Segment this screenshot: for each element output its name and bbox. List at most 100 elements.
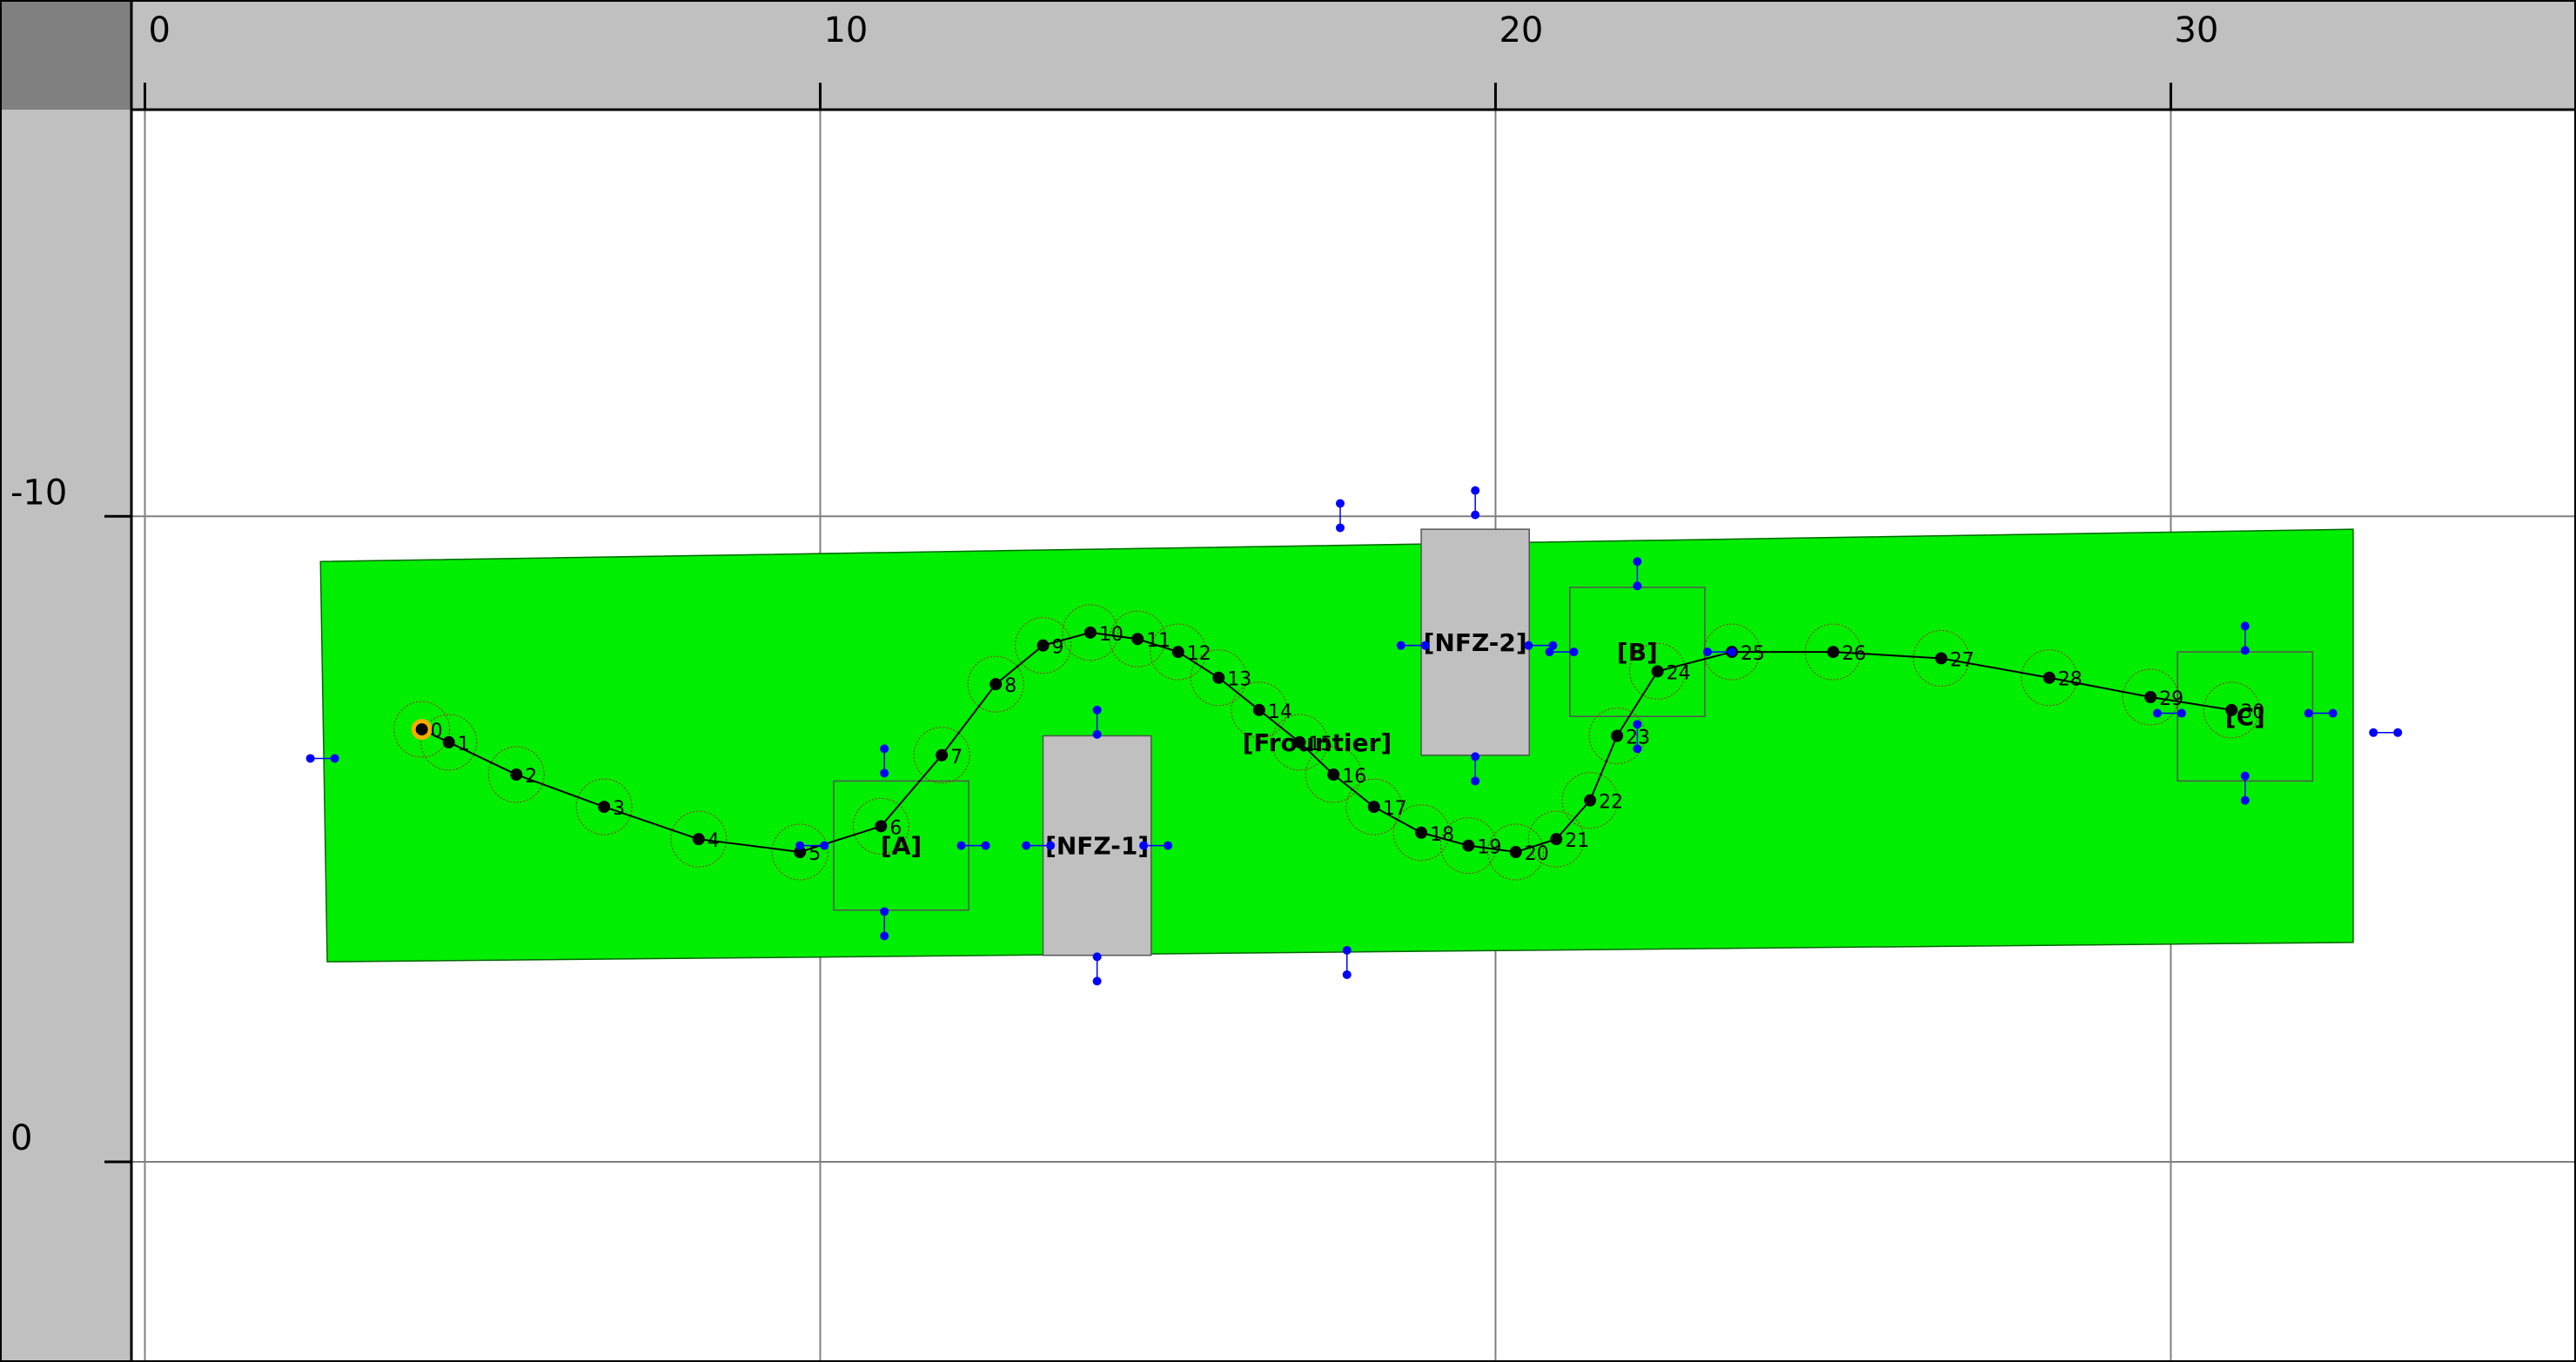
handle-dot (1022, 841, 1031, 850)
waypoint-label: 24 (1667, 662, 1691, 684)
handle-dot (2240, 621, 2250, 631)
waypoint-dot (2225, 703, 2238, 716)
handle-dot (2328, 708, 2338, 718)
handle-dot (1342, 945, 1352, 955)
waypoint-dot (936, 748, 949, 762)
handle-dot (1046, 841, 1056, 850)
waypoint-label: 21 (1565, 830, 1589, 852)
waypoint-label: 11 (1146, 630, 1171, 652)
handle-dot (956, 841, 966, 850)
handle-dot (2240, 771, 2250, 781)
waypoint-label: 5 (808, 843, 821, 865)
waypoint-label: 18 (1430, 824, 1454, 846)
y-ruler-tick-label: -10 (10, 473, 67, 513)
handle-dot (2240, 646, 2250, 655)
ruler-corner[interactable] (0, 0, 131, 110)
waypoint-label: 8 (1004, 675, 1016, 697)
handle-dot (1092, 729, 1102, 739)
handle-dot (1569, 647, 1579, 657)
handle-dot (1335, 523, 1345, 533)
y-ruler-tick-label: 0 (10, 1118, 32, 1158)
waypoint-dot (692, 833, 705, 846)
waypoint-label: 29 (2159, 688, 2184, 710)
handle-dot (1545, 647, 1554, 657)
handle-dot (1633, 744, 1642, 754)
handle-dot (1342, 970, 1352, 979)
handle-dot (1633, 720, 1642, 729)
handle-dot (1092, 705, 1102, 715)
waypoint-label: 16 (1342, 766, 1366, 788)
handle-dot (1420, 641, 1430, 650)
waypoint-label: 14 (1268, 701, 1292, 723)
waypoint-dot (875, 820, 888, 833)
handle-dot (880, 768, 889, 778)
handle-dot (981, 841, 990, 850)
waypoint-label: 10 (1099, 624, 1124, 646)
waypoint-label: 28 (2058, 669, 2083, 691)
waypoint-dot (2043, 671, 2056, 684)
handle-dot (1471, 510, 1480, 520)
waypoint-dot (1584, 794, 1597, 807)
x-ruler-tick-label: 0 (149, 10, 171, 50)
handle-dot (1139, 841, 1149, 850)
handle-dot (1524, 641, 1533, 650)
waypoint-dot (2144, 690, 2157, 703)
waypoint-label: 25 (1741, 643, 1765, 665)
waypoint-dot (442, 735, 455, 748)
waypoint-label: 17 (1383, 798, 1407, 820)
handle-dot (2152, 708, 2162, 718)
handle-dot (880, 931, 889, 941)
waypoint-dot (1036, 639, 1050, 652)
waypoint-dot (1367, 801, 1380, 814)
handle-dot (1727, 647, 1737, 657)
handle-dot (2369, 728, 2378, 737)
waypoint-dot (1611, 729, 1624, 742)
handle-dot (1092, 976, 1102, 986)
y-ruler[interactable] (0, 110, 131, 1362)
waypoint-label: 22 (1599, 792, 1623, 814)
handle-dot (880, 744, 889, 754)
waypoint-label: 1 (458, 734, 470, 755)
handle-dot (1396, 641, 1405, 650)
waypoint-label: 6 (889, 817, 902, 839)
handle-dot (1471, 752, 1480, 762)
waypoint-label: 4 (708, 830, 720, 852)
waypoint-label: 9 (1052, 637, 1064, 659)
waypoint-dot (1171, 646, 1184, 659)
handle-dot (1633, 557, 1642, 567)
waypoint-dot (1252, 703, 1265, 716)
waypoint-dot (598, 801, 611, 814)
waypoint-dot (1935, 652, 1948, 665)
handle-dot (1092, 952, 1102, 962)
handle-dot (880, 907, 889, 916)
waypoint-dot (415, 723, 428, 736)
handle-dot (330, 754, 339, 763)
waypoint-label: 15 (1308, 734, 1332, 755)
waypoint-label: 27 (1950, 649, 1975, 671)
waypoint-dot (1327, 768, 1340, 782)
handle-dot (1703, 647, 1713, 657)
handle-dot (1335, 499, 1345, 508)
handle-dot (2240, 795, 2250, 805)
waypoint-label: 26 (1841, 643, 1866, 665)
mission-map-canvas[interactable]: [NFZ-1][NFZ-2][A][B][C][Frountier]012345… (0, 0, 2576, 1362)
waypoint-dot (1462, 839, 1475, 852)
waypoint-label: 0 (431, 721, 443, 742)
plot-area[interactable]: [NFZ-1][NFZ-2][A][B][C][Frountier]012345… (104, 83, 2576, 1362)
waypoint-dot (1651, 665, 1664, 678)
waypoint-dot (1083, 626, 1097, 639)
waypoint-label: 7 (950, 747, 963, 768)
waypoint-label: 20 (1525, 843, 1549, 865)
waypoint-dot (1509, 846, 1522, 859)
waypoint-dot (1550, 833, 1563, 846)
waypoint-label: 19 (1477, 837, 1501, 859)
waypoint-dot (1293, 735, 1306, 748)
waypoint-label: 3 (613, 798, 625, 820)
handle-dot (1471, 776, 1480, 786)
handle-dot (795, 841, 805, 850)
handle-dot (305, 754, 315, 763)
handle-dot (2304, 708, 2313, 718)
waypoint-dot (1212, 671, 1225, 684)
waypoint-label: 30 (2240, 701, 2264, 723)
region-label: [NFZ-2] (1424, 628, 1527, 657)
